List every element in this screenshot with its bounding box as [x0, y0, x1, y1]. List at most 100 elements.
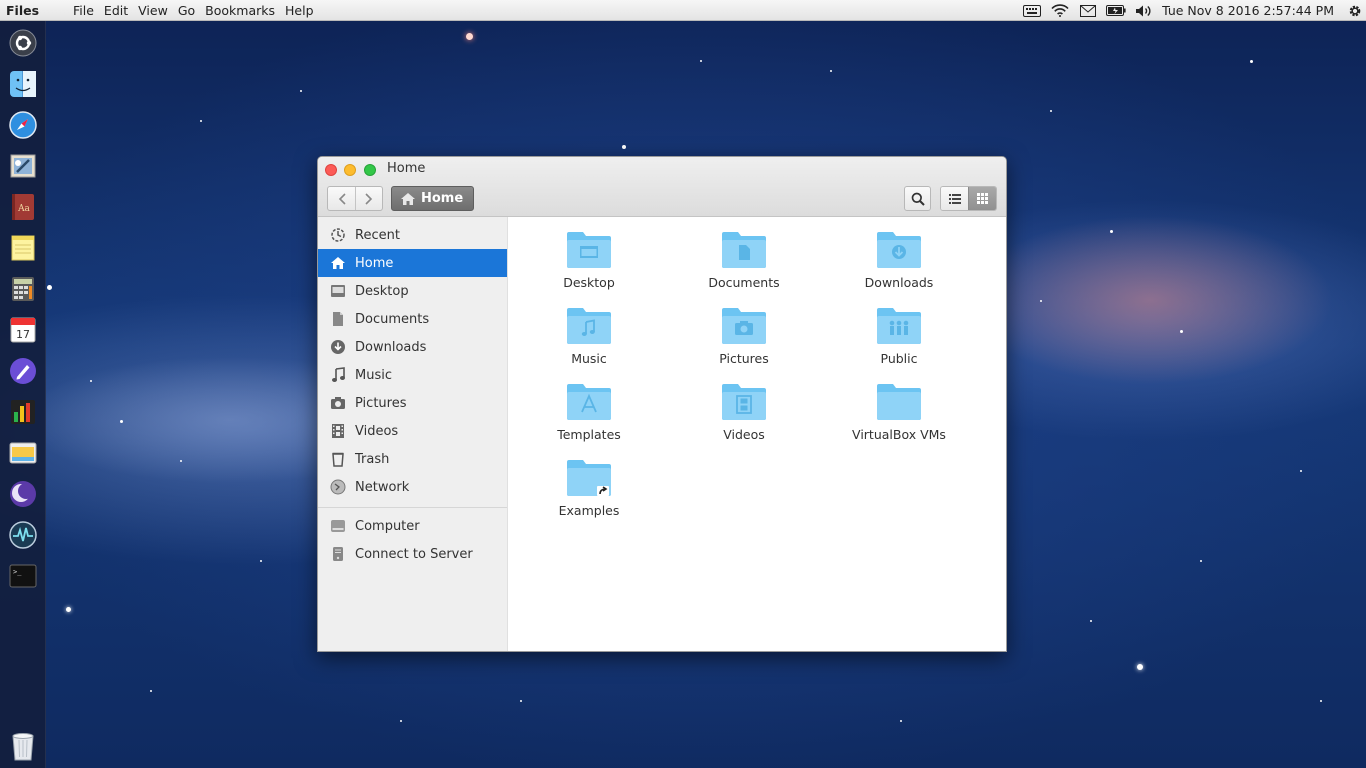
menu-bookmarks[interactable]: Bookmarks [200, 3, 280, 18]
grid-view-button[interactable] [968, 187, 996, 210]
dock: Aa 17 >_ [0, 21, 46, 768]
pen-app-icon[interactable] [9, 357, 37, 385]
file-label: Videos [723, 427, 765, 442]
download-icon [329, 338, 347, 356]
minimize-button[interactable] [344, 164, 356, 176]
volume-icon[interactable] [1130, 0, 1158, 21]
menu-go[interactable]: Go [173, 3, 200, 18]
downloads-folder-icon [877, 232, 921, 268]
film-icon [329, 422, 347, 440]
sidebar-item-documents[interactable]: Documents [318, 305, 507, 333]
app-name[interactable]: Files [0, 3, 68, 18]
sidebar-item-home[interactable]: Home [318, 249, 507, 277]
sidebar-item-computer[interactable]: Computer [318, 512, 507, 540]
history-nav [327, 186, 383, 211]
wifi-icon[interactable] [1046, 0, 1074, 21]
file-label: VirtualBox VMs [852, 427, 946, 442]
sidebar-item-label: Connect to Server [355, 546, 473, 562]
documents-folder-icon [722, 232, 766, 268]
back-button[interactable] [328, 187, 355, 210]
system-monitor-icon[interactable] [9, 521, 37, 549]
grid-icon [977, 193, 989, 204]
sidebar-item-downloads[interactable]: Downloads [318, 333, 507, 361]
calculator-icon[interactable] [9, 275, 37, 303]
sidebar-item-label: Trash [355, 451, 390, 467]
keyboard-icon[interactable] [1018, 0, 1046, 21]
finder-icon[interactable] [9, 70, 37, 98]
network-icon [329, 478, 347, 496]
sidebar-divider [318, 507, 507, 508]
folder-videos[interactable]: Videos [689, 383, 799, 453]
gear-icon[interactable] [1344, 0, 1366, 21]
dock-trash-icon[interactable] [10, 731, 36, 761]
safari-icon[interactable] [9, 111, 37, 139]
menu-view[interactable]: View [133, 3, 173, 18]
home-icon [329, 254, 347, 272]
folder-templates[interactable]: Templates [534, 383, 644, 453]
sidebar-item-pictures[interactable]: Pictures [318, 389, 507, 417]
path-home-label: Home [421, 191, 464, 206]
notes-icon[interactable] [9, 234, 37, 262]
sidebar-item-desktop[interactable]: Desktop [318, 277, 507, 305]
folder-music[interactable]: Music [534, 307, 644, 377]
menu-edit[interactable]: Edit [99, 3, 133, 18]
dictionary-icon[interactable]: Aa [9, 193, 37, 221]
sidebar-item-trash[interactable]: Trash [318, 445, 507, 473]
menu-file[interactable]: File [68, 3, 99, 18]
files-app-icon[interactable] [9, 439, 37, 467]
folder-documents[interactable]: Documents [689, 231, 799, 301]
terminal-icon[interactable]: >_ [9, 562, 37, 590]
server-icon [329, 545, 347, 563]
camera-icon [329, 394, 347, 412]
activity-bars-icon[interactable] [9, 398, 37, 426]
close-button[interactable] [325, 164, 337, 176]
files-window: Home Home Recent Home Desktop Documents … [317, 156, 1007, 652]
folder-public[interactable]: Public [844, 307, 954, 377]
folder-examples-link[interactable]: Examples [534, 459, 644, 529]
ubuntu-logo-icon[interactable] [9, 29, 37, 57]
window-title: Home [387, 161, 426, 176]
mail-icon[interactable] [1074, 0, 1102, 21]
moon-icon[interactable] [9, 480, 37, 508]
sidebar-item-label: Home [355, 255, 394, 271]
clock[interactable]: Tue Nov 8 2016 2:57:44 PM [1158, 3, 1344, 18]
menu-help[interactable]: Help [280, 3, 319, 18]
battery-icon[interactable] [1102, 0, 1130, 21]
sidebar-item-music[interactable]: Music [318, 361, 507, 389]
list-view-button[interactable] [941, 187, 969, 210]
maximize-button[interactable] [364, 164, 376, 176]
file-label: Desktop [563, 275, 615, 290]
file-label: Pictures [719, 351, 769, 366]
folder-desktop[interactable]: Desktop [534, 231, 644, 301]
list-icon [948, 193, 961, 204]
sidebar-item-label: Videos [355, 423, 399, 439]
path-home-button[interactable]: Home [391, 186, 475, 211]
music-folder-icon [567, 308, 611, 344]
calendar-icon[interactable]: 17 [9, 316, 37, 344]
folder-virtualbox-vms[interactable]: VirtualBox VMs [844, 383, 954, 453]
folder-downloads[interactable]: Downloads [844, 231, 954, 301]
mail-app-icon[interactable] [9, 152, 37, 180]
file-label: Examples [558, 503, 620, 518]
file-label: Music [571, 351, 607, 366]
sidebar-item-videos[interactable]: Videos [318, 417, 507, 445]
search-icon [911, 192, 925, 206]
file-label: Public [880, 351, 918, 366]
chevron-left-icon [338, 192, 346, 205]
window-titlebar[interactable]: Home Home [318, 157, 1006, 217]
search-button[interactable] [904, 186, 931, 211]
sidebar-item-network[interactable]: Network [318, 473, 507, 501]
top-menu-bar: Files File Edit View Go Bookmarks Help T… [0, 0, 1366, 21]
forward-button[interactable] [355, 187, 382, 210]
sidebar-item-recent[interactable]: Recent [318, 221, 507, 249]
trash-icon [329, 450, 347, 468]
sidebar-item-label: Music [355, 367, 392, 383]
chevron-right-icon [365, 192, 373, 205]
desktop-icon [329, 282, 347, 300]
folder-pictures[interactable]: Pictures [689, 307, 799, 377]
public-folder-icon [877, 308, 921, 344]
pictures-folder-icon [722, 308, 766, 344]
recent-icon [329, 226, 347, 244]
sidebar-item-connect-to-server[interactable]: Connect to Server [318, 540, 507, 568]
document-icon [329, 310, 347, 328]
